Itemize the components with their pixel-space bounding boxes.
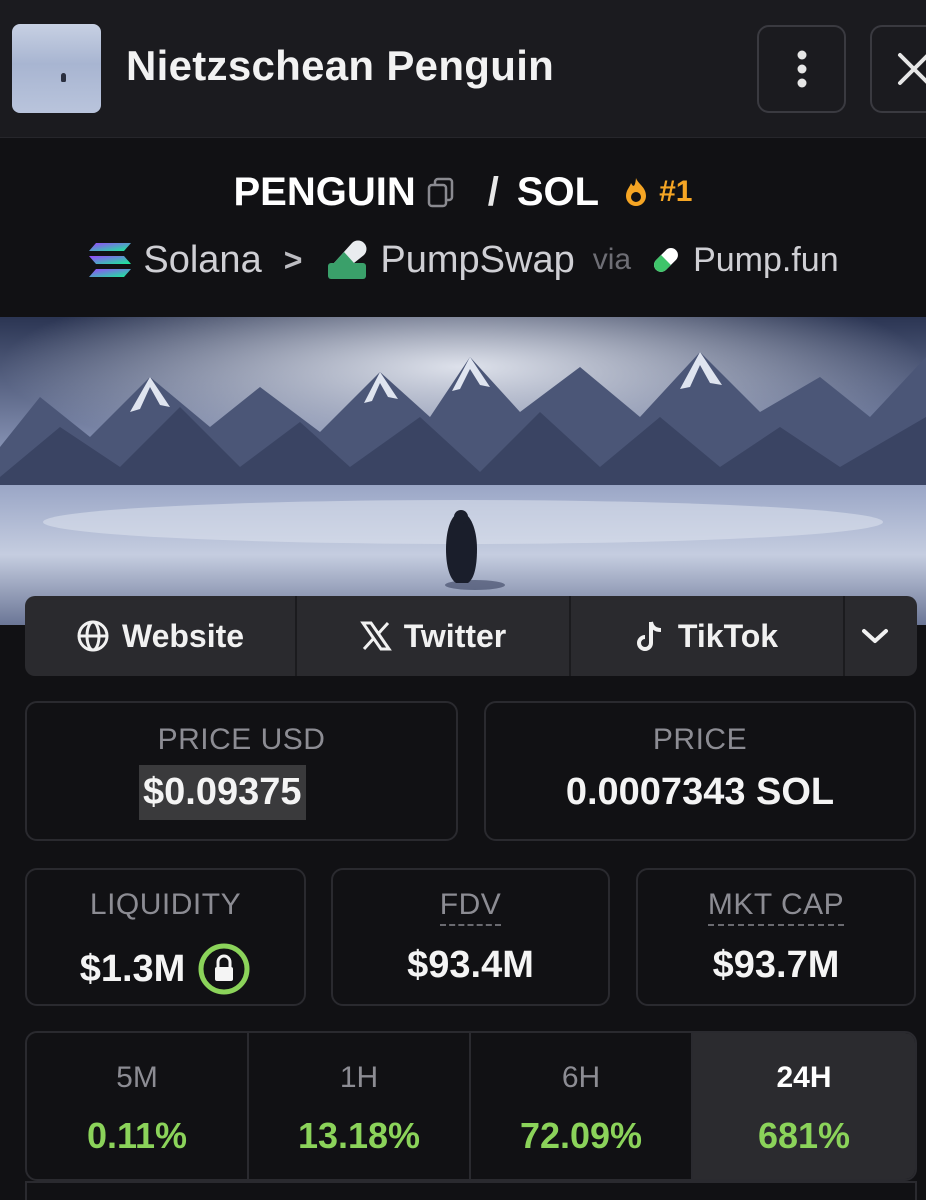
close-button[interactable]: [870, 25, 926, 113]
base-symbol: PENGUIN: [233, 169, 416, 214]
next-panel-edge: [25, 1181, 917, 1200]
flame-icon: [626, 178, 647, 206]
x-logo-icon: [359, 621, 392, 651]
price-native-label: PRICE: [652, 723, 748, 756]
liquidity-label: LIQUIDITY: [89, 888, 242, 921]
price-native-card: PRICE 0.0007343 SOL: [484, 701, 916, 841]
timeframe-label: 1H: [339, 1061, 379, 1094]
copy-icon: [427, 177, 453, 208]
price-change-value: 72.09%: [519, 1115, 643, 1156]
solana-icon: [89, 243, 132, 277]
via-label: via: [592, 243, 632, 276]
chain-breadcrumb: Solana > PumpSwap via Pump.fun: [0, 235, 926, 285]
token-title: Nietzschean Penguin: [126, 42, 555, 89]
market-cap-card: MKT CAP $93.7M: [636, 868, 916, 1006]
fdv-value: $93.4M: [407, 944, 534, 986]
timeframe-label: 5M: [116, 1061, 158, 1094]
quote-symbol: SOL: [516, 169, 600, 214]
pumpswap-icon: [328, 240, 367, 279]
price-usd-value[interactable]: $0.09375: [139, 765, 306, 820]
price-usd-label: PRICE USD: [157, 723, 326, 756]
tab-6h[interactable]: 6H 72.09%: [471, 1033, 693, 1179]
dex-name: PumpSwap: [380, 238, 575, 281]
copy-address-button[interactable]: [426, 176, 456, 208]
price-native-value: 0.0007343 SOL: [565, 771, 835, 813]
liquidity-value: $1.3M: [79, 947, 186, 990]
fdv-label[interactable]: FDV: [439, 888, 502, 926]
price-change-value: 0.11%: [86, 1115, 188, 1156]
close-icon: [898, 53, 926, 85]
price-change-tabs: 5M 0.11% 1H 13.18% 6H 72.09% 24H 681%: [25, 1031, 917, 1181]
chain-link[interactable]: Solana: [87, 238, 262, 282]
token-avatar: [12, 24, 101, 113]
price-change-value: 13.18%: [297, 1115, 421, 1156]
token-header: Nietzschean Penguin: [0, 0, 926, 138]
lock-icon[interactable]: [197, 942, 251, 996]
website-button[interactable]: Website: [25, 596, 297, 676]
token-banner-image: [0, 317, 926, 625]
timeframe-label: 6H: [561, 1061, 601, 1094]
tiktok-button[interactable]: TikTok: [571, 596, 845, 676]
fdv-card: FDV $93.4M: [331, 868, 610, 1006]
rank-label: #1: [659, 175, 693, 208]
pair-info: PENGUIN / SOL #1 Solana > PumpSwap via P…: [0, 139, 926, 317]
breadcrumb-chevron-icon: >: [283, 241, 303, 278]
pair-row: PENGUIN / SOL #1: [0, 169, 926, 215]
vertical-dots-icon: [797, 50, 806, 88]
tab-1h[interactable]: 1H 13.18%: [249, 1033, 471, 1179]
tiktok-label: TikTok: [677, 617, 779, 654]
tab-24h[interactable]: 24H 681%: [693, 1033, 915, 1179]
price-usd-card: PRICE USD $0.09375: [25, 701, 458, 841]
penguin-thumbnail-figure: [61, 73, 66, 82]
liquidity-value-row: $1.3M: [27, 942, 304, 996]
chain-name: Solana: [143, 238, 262, 281]
snowy-mountain-penguin-image: [0, 317, 926, 625]
tab-5m[interactable]: 5M 0.11%: [27, 1033, 249, 1179]
trending-rank[interactable]: #1: [621, 175, 692, 209]
liquidity-card: LIQUIDITY $1.3M: [25, 868, 306, 1006]
twitter-button[interactable]: Twitter: [297, 596, 571, 676]
chevron-down-icon: [862, 629, 888, 643]
launchpad-name: Pump.fun: [693, 240, 839, 279]
pair-separator: /: [487, 169, 499, 214]
market-cap-value: $93.7M: [712, 944, 840, 986]
price-change-value: 681%: [757, 1115, 851, 1156]
launchpad-link[interactable]: Pump.fun: [649, 241, 839, 280]
market-cap-label[interactable]: MKT CAP: [707, 888, 845, 926]
dex-link[interactable]: PumpSwap: [324, 238, 575, 282]
more-links-button[interactable]: [845, 596, 917, 676]
website-label: Website: [121, 617, 245, 654]
social-links-bar: Website Twitter TikTok: [25, 596, 917, 676]
tiktok-icon: [636, 621, 661, 651]
timeframe-label: 24H: [776, 1061, 832, 1094]
twitter-label: Twitter: [403, 617, 507, 654]
more-options-button[interactable]: [757, 25, 846, 113]
globe-icon: [77, 620, 109, 652]
pill-icon: [654, 248, 679, 272]
